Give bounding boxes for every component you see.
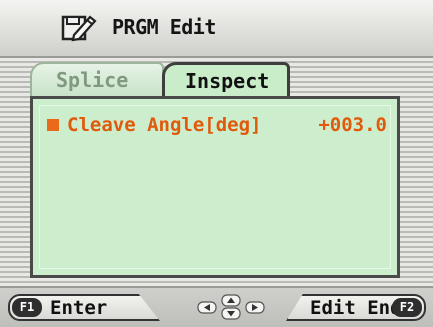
title-bar: PRGM Edit	[0, 0, 433, 58]
tab-inspect-label: Inspect	[185, 69, 270, 93]
settings-panel: Cleave Angle[deg] +003.0	[30, 96, 400, 278]
selection-marker-icon	[47, 119, 59, 131]
enter-button[interactable]: F1 Enter	[8, 294, 160, 321]
screen: PRGM Edit Splice Inspect Cleave Angle[de…	[0, 0, 433, 327]
setting-label: Cleave Angle[deg]	[67, 114, 262, 136]
tab-splice-label: Splice	[56, 68, 129, 92]
enter-label: Enter	[50, 297, 108, 319]
function-key-bar: F1 Enter Edit End F2	[0, 286, 433, 327]
setting-row-cleave-angle[interactable]: Cleave Angle[deg] +003.0	[47, 113, 387, 139]
f1-key-badge: F1	[12, 298, 42, 317]
page-title: PRGM Edit	[112, 15, 216, 39]
tab-inspect[interactable]: Inspect	[162, 62, 290, 96]
edit-end-button[interactable]: Edit End F2	[286, 294, 426, 321]
f2-key-badge: F2	[392, 298, 422, 317]
arrow-keys-icon	[197, 294, 265, 320]
program-edit-icon	[61, 15, 97, 42]
tab-splice[interactable]: Splice	[30, 62, 164, 96]
edit-end-label: Edit End	[310, 297, 402, 319]
setting-value: +003.0	[318, 114, 387, 136]
